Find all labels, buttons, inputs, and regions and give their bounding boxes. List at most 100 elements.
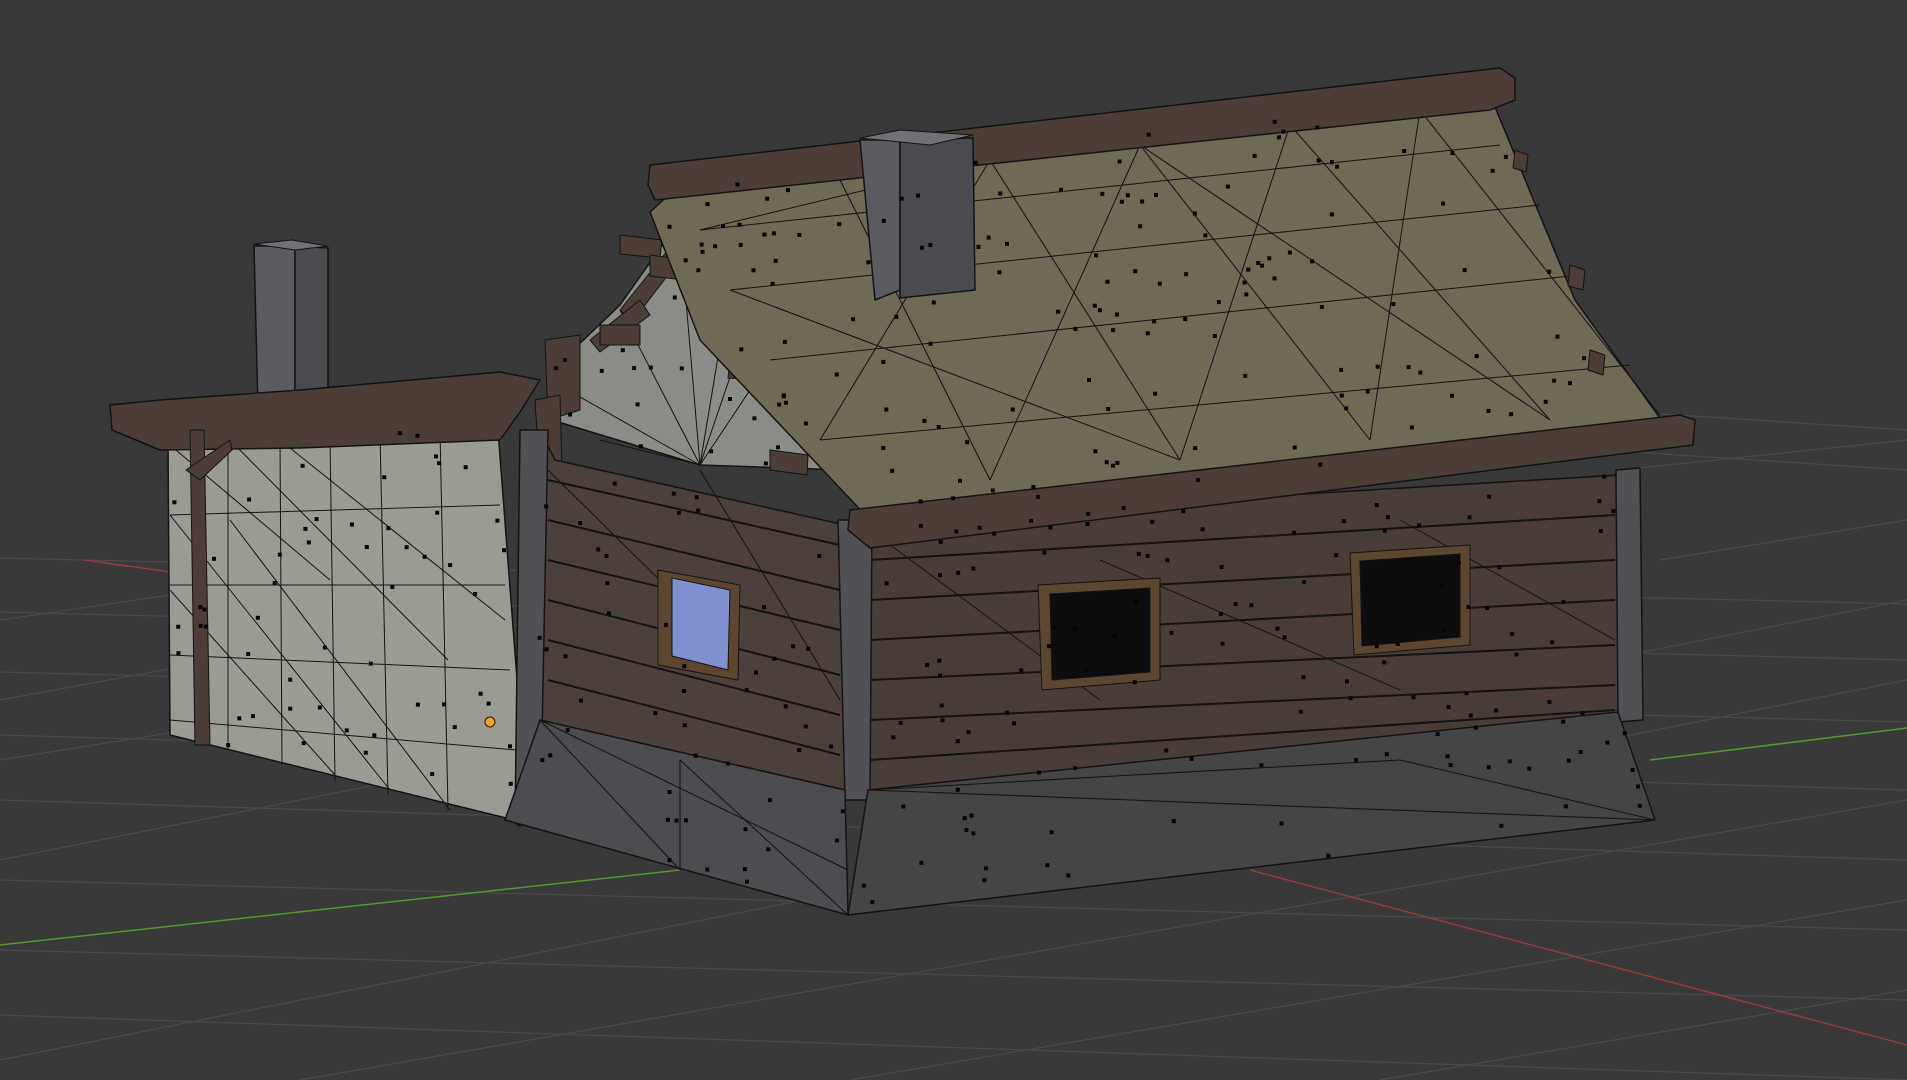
face-dot [891, 735, 896, 740]
face-dot [955, 787, 960, 792]
face-dot [1637, 803, 1642, 808]
face-dot [709, 449, 714, 454]
face-dot [1510, 632, 1515, 637]
chimney[interactable] [899, 137, 976, 299]
face-dot [1192, 211, 1197, 216]
face-dot [1093, 449, 1098, 454]
face-dot [1605, 740, 1610, 745]
face-dot [1382, 528, 1387, 533]
face-dot [1073, 626, 1078, 631]
face-dot [1048, 525, 1053, 530]
face-dot [1104, 460, 1109, 465]
face-dot [956, 570, 961, 575]
face-dot [1049, 830, 1054, 835]
face-dot [565, 728, 570, 733]
face-dot [596, 547, 601, 552]
face-dot [1344, 406, 1349, 411]
face-dot [870, 900, 875, 905]
face-dot [246, 652, 251, 656]
face-dot [1106, 407, 1111, 411]
face-dot [1004, 710, 1009, 715]
face-dot [1474, 354, 1479, 359]
face-dot [1487, 494, 1492, 499]
face-dot [1555, 334, 1560, 339]
face-dot [834, 372, 839, 377]
face-dot [1382, 660, 1387, 665]
face-dot [1365, 389, 1370, 394]
face-dot [881, 446, 886, 450]
face-dot [430, 772, 435, 776]
face-dot [1037, 770, 1041, 775]
face-dot [172, 500, 177, 505]
face-dot [931, 300, 936, 305]
face-dot [976, 244, 981, 249]
face-dot [1580, 711, 1585, 716]
face-dot [939, 703, 944, 708]
face-dot [986, 235, 991, 240]
face-dot [973, 160, 978, 165]
face-dot [674, 818, 679, 823]
face-dot [486, 701, 491, 706]
face-dot [1292, 530, 1296, 535]
face-dot [1012, 721, 1016, 726]
face-dot [1219, 565, 1224, 569]
face-dot [797, 748, 802, 752]
side-chimney[interactable] [253, 245, 296, 411]
face-dot [1597, 499, 1602, 504]
face-dot [1181, 509, 1186, 514]
face-dot [437, 461, 442, 466]
face-dot [1059, 187, 1063, 192]
face-dot [508, 781, 513, 786]
viewport-canvas[interactable] [0, 0, 1907, 1080]
face-dot [1302, 580, 1306, 585]
face-dot [1086, 511, 1091, 516]
face-dot [237, 716, 242, 721]
face-dot [997, 270, 1002, 275]
face-dot [1031, 485, 1036, 489]
face-dot [919, 523, 923, 528]
face-dot [272, 581, 277, 585]
face-dot [776, 445, 780, 450]
side-chimney[interactable] [294, 245, 329, 411]
face-dot [1339, 393, 1344, 398]
face-dot [442, 702, 447, 707]
face-dot [288, 706, 293, 711]
face-dot [1550, 640, 1555, 645]
face-dot [744, 879, 749, 884]
face-dot [803, 421, 808, 426]
face-dot [1066, 873, 1071, 878]
face-dot [322, 645, 327, 650]
face-dot [784, 400, 788, 405]
face-dot [1301, 675, 1306, 680]
3d-viewport[interactable] [0, 0, 1907, 1080]
face-dot [1117, 159, 1122, 164]
face-dot [940, 718, 945, 723]
face-dot [937, 658, 942, 663]
face-dot [434, 454, 438, 459]
face-dot [765, 196, 770, 201]
face-dot [1441, 201, 1445, 206]
face-dot [693, 753, 698, 758]
face-dot [1119, 199, 1124, 204]
face-dot [1164, 748, 1169, 753]
window-lit-glass[interactable] [671, 577, 731, 671]
face-dot [971, 831, 976, 836]
face-dot [969, 813, 974, 818]
selected-vertex[interactable] [484, 716, 496, 728]
face-dot [247, 497, 252, 502]
face-dot [840, 809, 845, 814]
face-dot [699, 242, 704, 247]
face-dot [971, 566, 976, 571]
face-dot [1010, 407, 1015, 412]
face-dot [965, 440, 970, 445]
face-dot [1275, 626, 1280, 631]
face-dot [696, 508, 701, 513]
face-dot [782, 339, 787, 344]
corner-post[interactable] [1615, 467, 1644, 723]
face-dot [1292, 445, 1297, 450]
face-dot [737, 222, 742, 227]
face-dot [920, 245, 924, 250]
face-dot [1152, 319, 1157, 324]
face-dot [665, 817, 670, 822]
face-dot [1260, 263, 1264, 268]
